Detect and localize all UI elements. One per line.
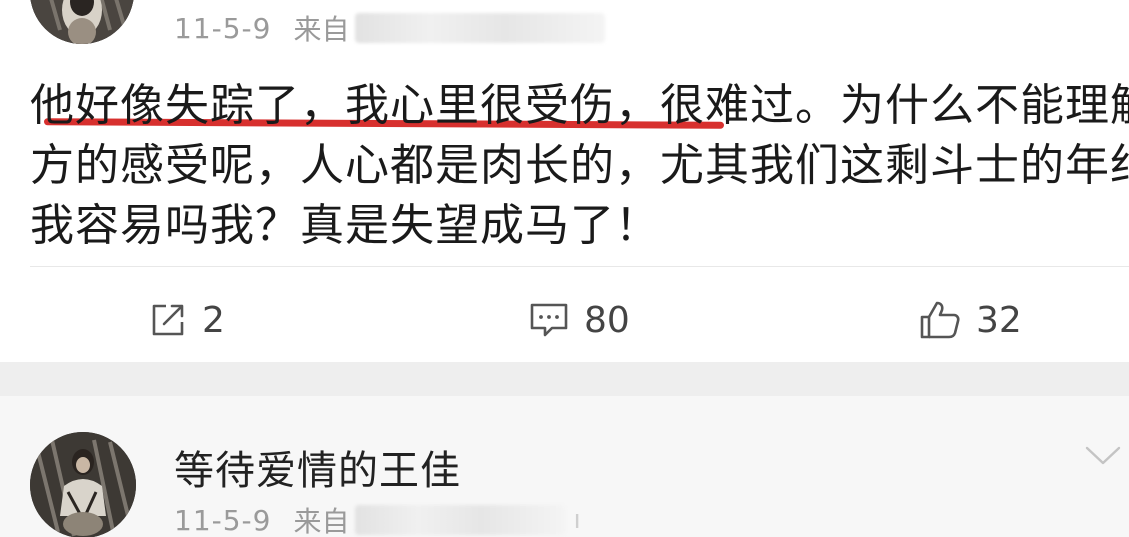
redacted-source [355, 505, 566, 535]
thumbs-up-icon [920, 301, 960, 339]
post-time: 11-5-9 [174, 11, 272, 45]
post-card: 11-5-9 来自 他好像失踪了，我心里很受伤，很难过。为什么不能理解对 方的感… [0, 0, 1129, 362]
weibo-feed: 11-5-9 来自 他好像失踪了，我心里很受伤，很难过。为什么不能理解对 方的感… [0, 0, 1129, 537]
user-avatar[interactable] [30, 0, 134, 44]
post-meta: 11-5-9 来自 [174, 8, 606, 48]
post-source-label: 来自 [293, 505, 350, 537]
user-avatar[interactable] [30, 432, 136, 537]
avatar-photo [30, 0, 134, 44]
post-body-line: 他好像失踪了，我心里很受伤，很难过。为什么不能理解对 [30, 80, 1129, 131]
like-button[interactable]: 32 [918, 292, 1022, 348]
comment-count: 80 [584, 299, 630, 341]
share-count: 2 [202, 299, 225, 341]
post-card: 等待爱情的王佳 11-5-9 来自 ı [0, 396, 1129, 537]
source-tail: ı [573, 505, 581, 535]
username[interactable]: 等待爱情的王佳 [174, 438, 461, 496]
post-body-line: 我容易吗我？真是失望成马了！ [30, 200, 660, 251]
comment-icon [530, 303, 568, 337]
post-body: 他好像失踪了，我心里很受伤，很难过。为什么不能理解对 方的感受呢，人心都是肉长的… [30, 76, 1129, 256]
redacted-source [355, 13, 606, 43]
post-time: 11-5-9 [174, 503, 272, 537]
post-meta: 11-5-9 来自 ı [174, 500, 581, 537]
expand-menu-button[interactable] [1083, 444, 1123, 472]
like-count: 32 [976, 299, 1022, 341]
comment-button[interactable]: 80 [528, 292, 630, 348]
chevron-down-icon [1085, 446, 1121, 465]
avatar-photo [30, 432, 136, 537]
divider [30, 266, 1129, 267]
share-button[interactable]: 2 [148, 292, 225, 348]
post-source-label: 来自 [293, 13, 350, 46]
share-icon [152, 304, 184, 336]
post-body-line: 方的感受呢，人心都是肉长的，尤其我们这剩斗士的年纪， [30, 140, 1129, 191]
feed-separator [0, 362, 1129, 396]
